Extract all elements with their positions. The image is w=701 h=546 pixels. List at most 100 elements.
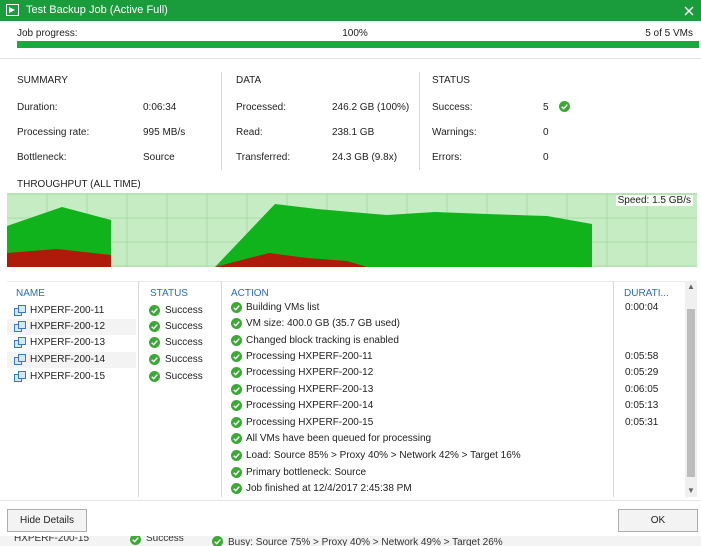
vm-status-text: Success: [165, 321, 203, 332]
action-text: All VMs have been queued for processing: [246, 433, 432, 444]
action-text: Processing HXPERF-200-11: [246, 351, 373, 362]
action-text: Processing HXPERF-200-13: [246, 384, 374, 395]
action-text: VM size: 400.0 GB (35.7 GB used): [246, 318, 400, 329]
vm-status: Success: [149, 369, 209, 385]
scroll-up-arrow-icon[interactable]: ▲: [685, 281, 697, 293]
action-duration: 0:05:13: [625, 400, 659, 411]
action-log-row: Changed block tracking is enabled: [231, 333, 611, 349]
action-text: Processing HXPERF-200-14: [246, 400, 374, 411]
vm-icon: [14, 354, 26, 365]
action-log-row: Processing HXPERF-200-15: [231, 415, 611, 431]
job-progress-percent: 100%: [342, 28, 368, 39]
speed-label: Speed: 1.5 GB/s: [615, 195, 693, 206]
success-check-icon: [231, 400, 242, 411]
vm-list-item[interactable]: HXPERF-200-13: [7, 335, 136, 351]
action-log-row: Job finished at 12/4/2017 2:45:38 PM: [231, 481, 611, 497]
action-text: Processing HXPERF-200-12: [246, 367, 374, 378]
vm-list-item[interactable]: HXPERF-200-12: [7, 319, 136, 335]
vm-list-item[interactable]: HXPERF-200-15: [7, 369, 136, 385]
success-check-icon: [149, 354, 160, 365]
vm-icon: [14, 337, 26, 348]
scrollbar-thumb[interactable]: [687, 309, 695, 477]
action-log-row: Processing HXPERF-200-14: [231, 398, 611, 414]
warnings-value: 0: [543, 127, 549, 138]
action-text: Building VMs list: [246, 302, 320, 313]
vm-status: Success: [149, 335, 209, 351]
action-log-row: Load: Source 85% > Proxy 40% > Network 4…: [231, 448, 611, 464]
action-duration: 0:06:05: [625, 384, 659, 395]
vm-status-text: Success: [165, 305, 203, 316]
summary-title: SUMMARY: [17, 75, 68, 86]
throughput-chart-svg: [7, 193, 697, 267]
processing-rate-value: 995 MB/s: [143, 127, 186, 138]
success-check-icon: [231, 335, 242, 346]
success-check-icon: [149, 305, 160, 316]
close-button[interactable]: [677, 0, 701, 21]
action-text: Load: Source 85% > Proxy 40% > Network 4…: [246, 450, 521, 461]
success-label: Success:: [432, 102, 473, 113]
vm-status-text: Success: [165, 337, 203, 348]
bottleneck-label: Bottleneck:: [17, 152, 67, 163]
vm-status-text: Success: [165, 354, 203, 365]
action-log-scrollbar[interactable]: ▲ ▼: [685, 281, 697, 497]
name-column-header[interactable]: NAME: [16, 288, 45, 299]
job-progress-fill: [17, 41, 699, 48]
dialog-footer: Hide Details OK: [0, 500, 701, 536]
success-check-icon: [149, 321, 160, 332]
duration-column-header[interactable]: DURATI...: [624, 288, 669, 299]
vm-status-text: Success: [165, 371, 203, 382]
scroll-down-arrow-icon[interactable]: ▼: [685, 485, 697, 497]
column-divider: [221, 281, 222, 497]
job-progress-row: Job progress: 100% 5 of 5 VMs: [17, 28, 693, 42]
vm-name: HXPERF-200-14: [30, 354, 106, 365]
divider: [0, 58, 701, 59]
throughput-title: THROUGHPUT (ALL TIME): [17, 179, 141, 190]
vm-status: Success: [149, 352, 209, 368]
data-title: DATA: [236, 75, 262, 86]
success-check-icon: [231, 433, 242, 444]
action-text: Job finished at 12/4/2017 2:45:38 PM: [246, 483, 412, 494]
action-column-header[interactable]: ACTION: [231, 288, 269, 299]
vm-list-item[interactable]: HXPERF-200-14: [7, 352, 136, 368]
background-window-strip: HXPERF-200-15 Success Busy: Source 75% >…: [0, 536, 701, 546]
column-divider: [221, 72, 222, 170]
vm-icon: [14, 371, 26, 382]
processed-value: 246.2 GB (100%): [332, 102, 410, 113]
action-duration: 0:05:31: [625, 417, 659, 428]
success-check-icon: [130, 536, 141, 545]
throughput-chart: [7, 193, 697, 267]
ok-button[interactable]: OK: [618, 509, 698, 532]
action-log-row: All VMs have been queued for processing: [231, 431, 611, 447]
read-label: Read:: [236, 127, 263, 138]
success-check-icon: [231, 351, 242, 362]
success-check-icon: [231, 384, 242, 395]
processed-label: Processed:: [236, 102, 287, 113]
transferred-label: Transferred:: [236, 152, 291, 163]
action-duration: 0:05:29: [625, 367, 659, 378]
processing-rate-label: Processing rate:: [17, 127, 90, 138]
vm-list-item[interactable]: HXPERF-200-11: [7, 303, 136, 319]
errors-value: 0: [543, 152, 549, 163]
action-text: Changed block tracking is enabled: [246, 335, 399, 346]
veeam-app-icon: [6, 4, 19, 16]
bottleneck-value: Source: [143, 152, 175, 163]
success-check-icon: [231, 417, 242, 428]
vm-icon: [14, 321, 26, 332]
action-log-row: Processing HXPERF-200-13: [231, 382, 611, 398]
status-title: STATUS: [432, 75, 470, 86]
hide-details-button[interactable]: Hide Details: [7, 509, 87, 532]
vm-name: HXPERF-200-11: [30, 305, 105, 316]
background-vm-status: Success: [146, 536, 184, 544]
action-log-row: VM size: 400.0 GB (35.7 GB used): [231, 316, 611, 332]
action-log-row: Processing HXPERF-200-12: [231, 365, 611, 381]
success-check-icon: [149, 337, 160, 348]
window-title: Test Backup Job (Active Full): [26, 4, 168, 16]
column-divider: [138, 281, 139, 497]
job-progress-count: 5 of 5 VMs: [645, 28, 693, 39]
job-progress-bar: [17, 41, 699, 48]
success-check-icon: [559, 101, 570, 112]
success-check-icon: [231, 367, 242, 378]
status-column-header[interactable]: STATUS: [150, 288, 188, 299]
background-vm-name: HXPERF-200-15: [14, 536, 90, 544]
duration-value: 0:06:34: [143, 102, 177, 113]
